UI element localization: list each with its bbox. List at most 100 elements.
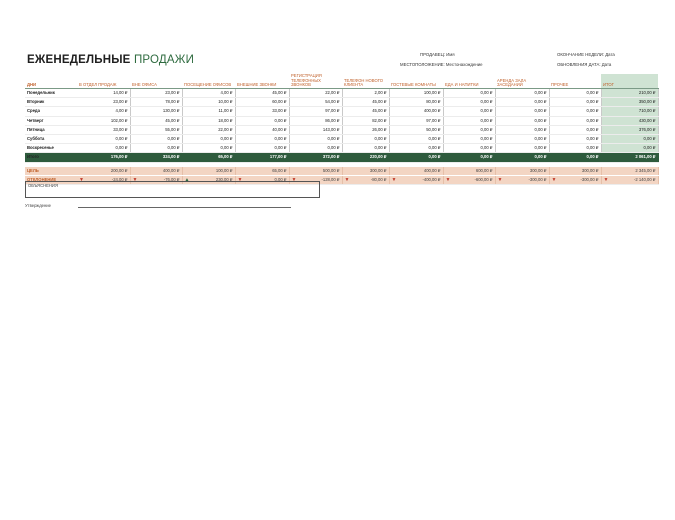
table-cell[interactable]: 78,00 ₽ <box>130 97 183 108</box>
table-cell[interactable]: 0,00 ₽ <box>495 116 550 126</box>
table-cell[interactable]: 0,00 ₽ <box>443 134 496 145</box>
table-cell[interactable]: 0,00 ₽ <box>495 152 550 163</box>
table-cell[interactable]: 0,00 ₽ <box>495 125 550 135</box>
table-cell[interactable]: ▼ -80,00 ₽ <box>342 175 390 185</box>
table-cell[interactable]: 0,00 ₽ <box>549 152 602 163</box>
table-cell[interactable]: 0,00 ₽ <box>495 106 550 117</box>
table-cell[interactable]: 2 345,00 ₽ <box>601 166 659 176</box>
table-cell[interactable]: 0,00 ₽ <box>495 97 550 108</box>
table-cell[interactable]: 14,00 ₽ <box>77 88 131 99</box>
table-cell[interactable]: ▼ -400,00 ₽ <box>389 175 444 185</box>
table-cell[interactable]: 600,00 ₽ <box>443 166 496 176</box>
table-cell[interactable]: 350,00 ₽ <box>601 97 659 108</box>
table-cell[interactable]: 143,00 ₽ <box>289 125 343 135</box>
table-cell[interactable]: 55,00 ₽ <box>130 125 183 135</box>
table-cell[interactable]: 0,00 ₽ <box>389 152 444 163</box>
table-cell[interactable]: 23,00 ₽ <box>130 88 183 99</box>
table-cell[interactable]: 0,00 ₽ <box>549 125 602 135</box>
table-cell[interactable]: 0,00 ₽ <box>182 134 236 145</box>
table-cell[interactable]: 50,00 ₽ <box>389 125 444 135</box>
table-cell[interactable]: 23,00 ₽ <box>77 97 131 108</box>
table-cell[interactable]: 60,00 ₽ <box>235 97 290 108</box>
table-cell[interactable]: 65,00 ₽ <box>182 152 236 163</box>
table-cell[interactable]: 400,00 ₽ <box>389 106 444 117</box>
table-cell[interactable]: 176,00 ₽ <box>77 152 131 163</box>
table-cell[interactable]: 80,00 ₽ <box>389 97 444 108</box>
table-cell[interactable]: 45,00 ₽ <box>342 106 390 117</box>
approval-signature-line[interactable] <box>78 207 291 208</box>
table-cell[interactable]: 0,00 ₽ <box>601 134 659 145</box>
table-cell[interactable]: 40,00 ₽ <box>235 125 290 135</box>
table-cell[interactable]: 0,00 ₽ <box>549 116 602 126</box>
table-cell[interactable]: ▼ -300,00 ₽ <box>495 175 550 185</box>
table-cell[interactable]: 0,00 ₽ <box>130 134 183 145</box>
table-cell[interactable]: 0,00 ₽ <box>443 152 496 163</box>
table-cell[interactable]: 0,00 ₽ <box>443 143 496 154</box>
table-cell[interactable]: 45,00 ₽ <box>130 116 183 126</box>
table-cell[interactable]: ▼ -300,00 ₽ <box>549 175 602 185</box>
table-cell[interactable]: 4,00 ₽ <box>182 88 236 99</box>
table-cell[interactable]: 0,00 ₽ <box>495 134 550 145</box>
table-cell[interactable]: 0,00 ₽ <box>443 125 496 135</box>
table-cell[interactable]: 22,00 ₽ <box>182 125 236 135</box>
table-cell[interactable]: 18,00 ₽ <box>182 116 236 126</box>
table-cell[interactable]: 2 061,00 ₽ <box>601 152 659 163</box>
table-cell[interactable]: 300,00 ₽ <box>495 166 550 176</box>
table-cell[interactable]: 0,00 ₽ <box>130 143 183 154</box>
table-cell[interactable]: 0,00 ₽ <box>549 134 602 145</box>
table-cell[interactable]: 100,00 ₽ <box>389 88 444 99</box>
table-cell[interactable]: 11,00 ₽ <box>182 106 236 117</box>
table-cell[interactable]: 100,00 ₽ <box>182 166 236 176</box>
table-cell[interactable]: 130,00 ₽ <box>130 106 183 117</box>
table-cell[interactable]: 33,00 ₽ <box>235 106 290 117</box>
table-cell[interactable]: 300,00 ₽ <box>549 166 602 176</box>
table-cell[interactable]: 0,00 ₽ <box>389 134 444 145</box>
table-cell[interactable]: 0,00 ₽ <box>77 143 131 154</box>
table-cell[interactable]: 710,00 ₽ <box>601 106 659 117</box>
table-cell[interactable]: 0,00 ₽ <box>443 116 496 126</box>
table-cell[interactable]: 500,00 ₽ <box>289 166 343 176</box>
table-cell[interactable]: 102,00 ₽ <box>77 116 131 126</box>
table-cell[interactable]: 0,00 ₽ <box>549 88 602 99</box>
table-cell[interactable]: 0,00 ₽ <box>77 134 131 145</box>
table-cell[interactable]: 0,00 ₽ <box>549 143 602 154</box>
table-cell[interactable]: 0,00 ₽ <box>443 106 496 117</box>
table-cell[interactable]: ▼ -600,00 ₽ <box>443 175 496 185</box>
table-cell[interactable]: 0,00 ₽ <box>443 97 496 108</box>
table-cell[interactable]: 200,00 ₽ <box>77 166 131 176</box>
table-cell[interactable]: 0,00 ₽ <box>235 143 290 154</box>
table-cell[interactable]: 0,00 ₽ <box>549 97 602 108</box>
table-cell[interactable]: 0,00 ₽ <box>289 134 343 145</box>
table-cell[interactable]: 97,00 ₽ <box>389 116 444 126</box>
table-cell[interactable]: 0,00 ₽ <box>601 143 659 154</box>
updated-field[interactable]: ОБНОВЛЕНИЯ ДАТА: Дата <box>557 62 611 67</box>
table-cell[interactable]: 2,00 ₽ <box>342 88 390 99</box>
table-cell[interactable]: 372,00 ₽ <box>289 152 343 163</box>
table-cell[interactable]: 10,00 ₽ <box>182 97 236 108</box>
table-cell[interactable]: 0,00 ₽ <box>289 143 343 154</box>
table-cell[interactable]: 0,00 ₽ <box>443 88 496 99</box>
table-cell[interactable]: 400,00 ₽ <box>130 166 183 176</box>
table-cell[interactable]: 0,00 ₽ <box>549 106 602 117</box>
table-cell[interactable]: 45,00 ₽ <box>342 97 390 108</box>
table-cell[interactable]: 430,00 ₽ <box>601 116 659 126</box>
week-end-field[interactable]: ОКОНЧАНИЕ НЕДЕЛИ: Дата <box>557 52 615 57</box>
table-cell[interactable]: ▼ -2 140,00 ₽ <box>601 175 659 185</box>
table-cell[interactable]: 376,00 ₽ <box>601 125 659 135</box>
seller-field[interactable]: ПРОДАВЕЦ: Имя <box>420 52 455 57</box>
table-cell[interactable]: 324,00 ₽ <box>130 152 183 163</box>
table-cell[interactable]: 0,00 ₽ <box>342 134 390 145</box>
table-cell[interactable]: 22,00 ₽ <box>289 88 343 99</box>
table-cell[interactable]: 220,00 ₽ <box>342 152 390 163</box>
notes-box[interactable]: ОБЪЯСНЕНИЯ <box>25 181 320 198</box>
table-cell[interactable]: 86,00 ₽ <box>289 116 343 126</box>
table-cell[interactable]: 26,00 ₽ <box>342 125 390 135</box>
table-cell[interactable]: 0,00 ₽ <box>495 143 550 154</box>
table-cell[interactable]: 82,00 ₽ <box>342 116 390 126</box>
table-cell[interactable]: 0,00 ₽ <box>235 134 290 145</box>
location-field[interactable]: МЕСТОПОЛОЖЕНИЕ: Местонахождение <box>400 62 483 67</box>
table-cell[interactable]: 210,00 ₽ <box>601 88 659 99</box>
table-cell[interactable]: 0,00 ₽ <box>495 88 550 99</box>
table-cell[interactable]: 97,00 ₽ <box>289 106 343 117</box>
table-cell[interactable]: 0,00 ₽ <box>182 143 236 154</box>
